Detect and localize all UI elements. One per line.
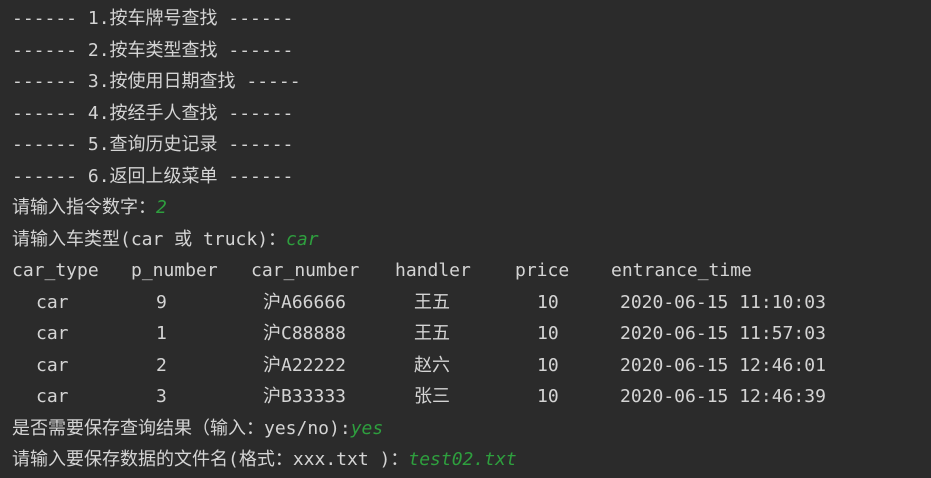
header-handler: handler [395, 260, 471, 281]
filename-prompt-label: 请输入要保存数据的文件名(格式：xxx.txt )： [12, 449, 409, 470]
console-output[interactable]: ------ 1.按车牌号查找 ------ ------ 2.按车类型查找 -… [0, 0, 931, 478]
cell-car-type: car [36, 386, 69, 407]
cell-price: 10 [537, 355, 559, 376]
type-prompt-line: 请输入车类型(car 或 truck)：car [12, 224, 319, 255]
cell-car-type: car [36, 323, 69, 344]
cell-p-number: 2 [156, 355, 167, 376]
cell-entrance-time: 2020-06-15 12:46:01 [620, 355, 826, 376]
menu-item-2: ------ 2.按车类型查找 ------ [12, 40, 294, 61]
cell-p-number: 9 [156, 292, 167, 313]
save-prompt-label: 是否需要保存查询结果（输入：yes/no): [12, 418, 351, 439]
header-price: price [515, 260, 570, 281]
menu-item-3: ------ 3.按使用日期查找 ----- [12, 71, 301, 92]
type-prompt-label: 请输入车类型(car 或 truck)： [12, 229, 287, 250]
cell-price: 10 [537, 323, 559, 344]
menu-item-6: ------ 6.返回上级菜单 ------ [12, 166, 294, 187]
header-car-type: car_type [12, 260, 99, 281]
header-p-number: p_number [131, 260, 218, 281]
save-prompt-line: 是否需要保存查询结果（输入：yes/no):yes [12, 413, 383, 444]
menu-item-4: ------ 4.按经手人查找 ------ [12, 103, 294, 124]
command-prompt-line: 请输入指令数字：2 [12, 192, 167, 223]
header-car-number: car_number [251, 260, 360, 281]
filename-prompt-line: 请输入要保存数据的文件名(格式：xxx.txt )：test02.txt [12, 444, 517, 475]
command-prompt-label: 请输入指令数字： [12, 197, 156, 218]
command-input-value: 2 [156, 197, 167, 218]
type-input-value: car [286, 229, 319, 250]
menu-item-5: ------ 5.查询历史记录 ------ [12, 134, 294, 155]
save-input-value: yes [350, 418, 384, 439]
menu-item-1: ------ 1.按车牌号查找 ------ [12, 8, 294, 29]
cell-handler: 赵六 [414, 355, 450, 376]
cell-car-number: 沪C88888 [263, 323, 347, 344]
cell-handler: 张三 [414, 386, 450, 407]
cell-p-number: 3 [156, 386, 167, 407]
cell-price: 10 [537, 292, 559, 313]
cell-handler: 王五 [414, 323, 450, 344]
cell-p-number: 1 [156, 323, 167, 344]
cell-entrance-time: 2020-06-15 12:46:39 [620, 386, 826, 407]
cell-car-type: car [36, 292, 69, 313]
cell-handler: 王五 [414, 292, 450, 313]
cell-car-number: 沪A66666 [263, 292, 347, 313]
cell-car-number: 沪B33333 [263, 386, 347, 407]
cell-price: 10 [537, 386, 559, 407]
cell-car-type: car [36, 355, 69, 376]
cell-entrance-time: 2020-06-15 11:10:03 [620, 292, 826, 313]
cell-entrance-time: 2020-06-15 11:57:03 [620, 323, 826, 344]
cell-car-number: 沪A22222 [263, 355, 347, 376]
header-entrance-time: entrance_time [611, 260, 752, 281]
filename-input-value: test02.txt [408, 449, 517, 470]
